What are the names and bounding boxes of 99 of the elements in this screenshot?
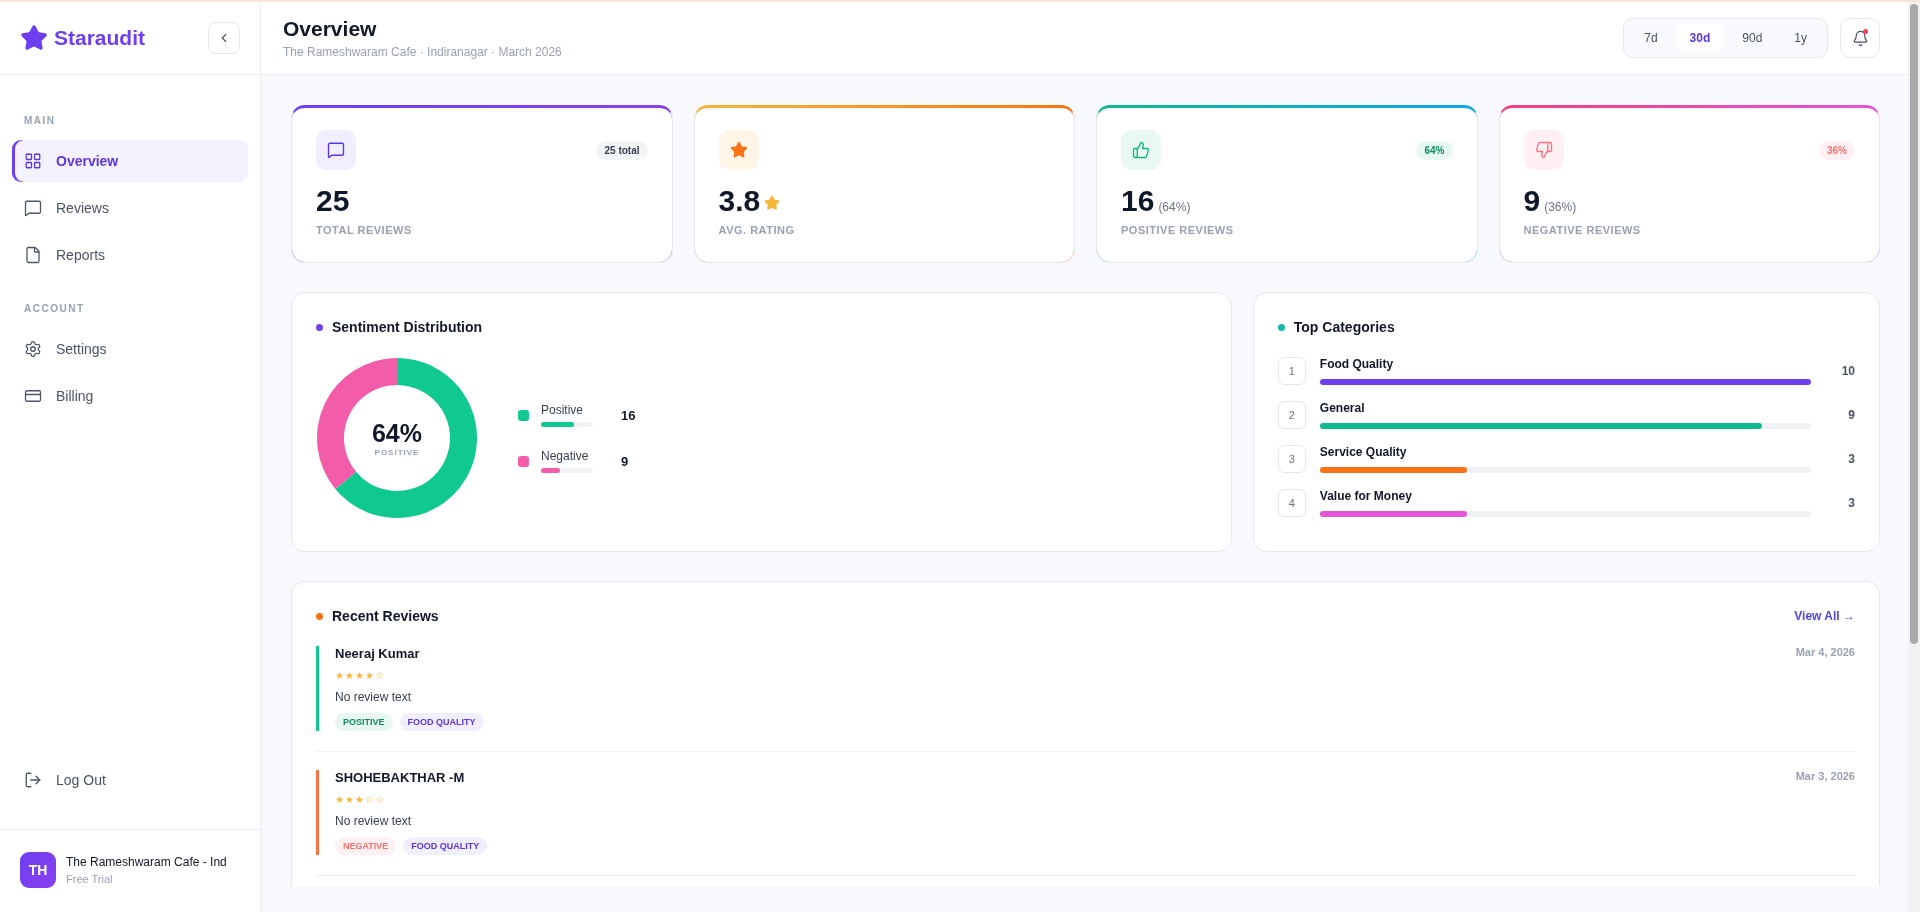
- panel-title: Sentiment Distribution: [332, 319, 483, 335]
- avatar: TH: [20, 852, 56, 888]
- donut-value: 64%: [371, 419, 422, 448]
- category-name: Value for Money: [1319, 489, 1413, 503]
- nav-label: Reviews: [56, 200, 109, 216]
- filled-star-icon: ★: [345, 670, 354, 681]
- grid-icon: [24, 152, 42, 170]
- legend-label: Positive: [541, 403, 585, 417]
- filled-star-icon: ★: [335, 794, 344, 805]
- legend-count: 9: [621, 453, 629, 469]
- review-date: Mar 3, 2026: [1795, 770, 1855, 784]
- stat-value: 25: [316, 184, 350, 218]
- stat-label: TOTAL REVIEWS: [316, 224, 413, 236]
- stat-value: 3.8: [718, 184, 761, 218]
- rank-badge: 3: [1277, 445, 1306, 473]
- category-count: 3: [1847, 452, 1855, 466]
- range-tab[interactable]: 7d: [1630, 24, 1672, 52]
- range-tab[interactable]: 90d: [1728, 24, 1777, 52]
- logout-icon: [24, 771, 42, 789]
- account-name: The Rameshwaram Cafe - Ind: [66, 855, 227, 869]
- category-tag: FOOD QUALITY: [399, 713, 484, 731]
- document-icon: [24, 246, 42, 264]
- category-name: Service Quality: [1319, 445, 1408, 459]
- legend-label: Negative: [541, 449, 590, 463]
- review-text: No review text: [335, 814, 413, 828]
- category-count: 3: [1847, 496, 1855, 510]
- donut-label: POSITIVE: [374, 448, 420, 457]
- page-subtitle: The Rameshwaram Cafe · Indiranagar · March 2026: [283, 45, 562, 59]
- logout-link[interactable]: Log Out: [0, 759, 260, 801]
- stat-value: 9: [1523, 184, 1541, 218]
- range-tab[interactable]: 1y: [1780, 24, 1821, 52]
- review-date: Mar 4, 2026: [1795, 646, 1855, 660]
- filled-star-icon: ★: [345, 794, 354, 805]
- filled-star-icon: ★: [335, 670, 344, 681]
- nav-item[interactable]: Billing: [12, 375, 248, 417]
- bell-icon: [1851, 29, 1869, 47]
- nav-item[interactable]: Reports: [12, 234, 248, 276]
- nav-label: Reports: [56, 247, 106, 263]
- thumbs-up-icon: [1132, 141, 1150, 159]
- reviewer-name: SHOHEBAKTHAR -M: [335, 770, 466, 785]
- stat-label: NEGATIVE REVIEWS: [1523, 224, 1642, 236]
- scrollbar-thumb[interactable]: [1910, 4, 1918, 644]
- stat-badge: 25 total: [596, 140, 648, 160]
- stat-percent: (36%): [1544, 200, 1577, 214]
- stat-percent: (64%): [1158, 200, 1191, 214]
- rank-badge: 4: [1277, 489, 1306, 517]
- category-count: 10: [1840, 364, 1855, 378]
- empty-star-icon: ☆: [375, 670, 384, 681]
- plan-label: Free Trial: [66, 873, 114, 885]
- stat-badge: 36%: [1819, 140, 1855, 160]
- category-name: General: [1319, 401, 1366, 415]
- notification-dot: [1863, 29, 1868, 34]
- stat-label: POSITIVE REVIEWS: [1121, 224, 1235, 236]
- chat-icon: [24, 199, 42, 217]
- thumbs-down-icon: [1534, 141, 1553, 159]
- view-all-link[interactable]: View All →: [1794, 609, 1855, 623]
- nav-item[interactable]: Overview: [12, 140, 248, 182]
- panel-title: Top Categories: [1293, 319, 1395, 335]
- page-title: Overview: [283, 17, 378, 41]
- filled-star-icon: ★: [355, 670, 364, 681]
- stat-badge: 64%: [1416, 140, 1453, 160]
- panel-title: Recent Reviews: [332, 608, 439, 624]
- nav-label: Billing: [56, 388, 94, 404]
- chat-icon: [327, 141, 345, 159]
- sentiment-tag: POSITIVE: [335, 713, 393, 731]
- settings-icon: [24, 340, 42, 358]
- brand-name: Staraudit: [54, 26, 145, 50]
- category-tag: FOOD QUALITY: [403, 837, 488, 855]
- section-heading: ACCOUNT: [23, 302, 86, 316]
- section-heading: MAIN: [23, 114, 57, 128]
- nav-item[interactable]: Reviews: [12, 187, 248, 229]
- collapse-button[interactable]: [208, 22, 240, 54]
- category-count: 9: [1847, 408, 1855, 422]
- sentiment-tag: NEGATIVE: [335, 837, 397, 855]
- star-icon: [764, 195, 781, 211]
- empty-star-icon: ☆: [365, 794, 374, 805]
- rank-badge: 1: [1277, 357, 1306, 385]
- nav-item[interactable]: Settings: [12, 328, 248, 370]
- bullet-icon: [316, 612, 323, 620]
- range-tab[interactable]: 30d: [1675, 24, 1725, 52]
- logout-label: Log Out: [56, 772, 106, 788]
- nav-label: Settings: [56, 341, 107, 357]
- rank-badge: 2: [1277, 401, 1306, 429]
- bullet-icon: [1277, 323, 1285, 331]
- filled-star-icon: ★: [365, 670, 374, 681]
- card-icon: [24, 387, 42, 405]
- category-name: Food Quality: [1319, 357, 1395, 371]
- stat-value: 16: [1121, 184, 1155, 218]
- star-logo-icon: [20, 24, 48, 52]
- star-icon: [729, 141, 748, 159]
- legend-count: 16: [621, 407, 636, 423]
- reviewer-name: Neeraj Kumar: [335, 646, 421, 661]
- review-text: No review text: [335, 690, 413, 704]
- notifications-button[interactable]: [1840, 18, 1880, 58]
- filled-star-icon: ★: [355, 794, 364, 805]
- bullet-icon: [316, 323, 323, 331]
- nav-label: Overview: [56, 153, 119, 169]
- empty-star-icon: ☆: [375, 794, 384, 805]
- stat-label: AVG. RATING: [718, 224, 796, 236]
